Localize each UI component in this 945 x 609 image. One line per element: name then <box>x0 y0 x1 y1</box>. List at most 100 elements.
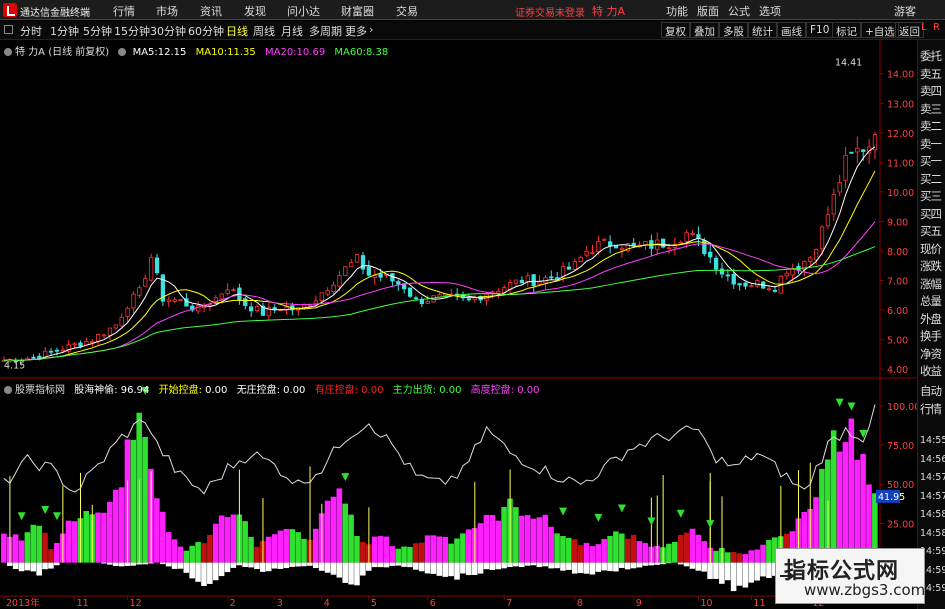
menu-layout[interactable]: 版面 <box>697 3 719 19</box>
mark-button[interactable]: 标记 <box>832 22 861 38</box>
negative-bar <box>471 562 478 576</box>
tab-monthly[interactable]: 月线 <box>281 23 303 39</box>
indicator-bar <box>159 511 166 563</box>
login-status[interactable]: 证券交易未登录 <box>515 4 585 19</box>
indicator-bar <box>154 498 160 563</box>
side-panel-item[interactable]: 外盘 <box>920 311 945 327</box>
tab-minute[interactable]: 分时 <box>20 23 42 39</box>
menu-quotes[interactable]: 行情 <box>113 3 135 19</box>
back-button[interactable]: 返回 <box>895 22 924 38</box>
menu-assistant[interactable]: 问小达 <box>287 3 320 19</box>
negative-bar <box>277 562 284 570</box>
indicator-bar <box>754 549 760 563</box>
indicator-bar <box>548 526 554 563</box>
side-panel-item[interactable]: 现价 <box>920 241 945 257</box>
menu-options[interactable]: 选项 <box>759 3 781 19</box>
add-watchlist-button[interactable]: +自选 <box>861 22 899 38</box>
panel-mark-r[interactable]: R <box>933 22 940 33</box>
side-panel-item[interactable]: 总量 <box>920 293 945 309</box>
candle-body <box>684 232 689 242</box>
guest-label[interactable]: 游客 <box>894 3 916 19</box>
side-panel-item[interactable]: 卖一 <box>920 136 945 152</box>
candle-body <box>849 151 854 154</box>
tab-more[interactable]: 更多 <box>345 23 367 39</box>
negative-bar <box>483 562 490 570</box>
menu-market[interactable]: 市场 <box>156 3 178 19</box>
tab-60min[interactable]: 60分钟 <box>188 23 224 39</box>
tab-15min[interactable]: 15分钟 <box>114 23 150 39</box>
side-panel-item[interactable]: 卖三 <box>920 101 945 117</box>
indicator-bar <box>101 512 107 563</box>
negative-bar <box>742 562 749 588</box>
candle-body <box>590 252 595 254</box>
menu-trade[interactable]: 交易 <box>396 3 418 19</box>
overlay-button[interactable]: 叠加 <box>690 22 719 38</box>
menu-formula[interactable]: 公式 <box>728 3 750 19</box>
ma-toggle-icon[interactable] <box>118 48 127 56</box>
negative-bar <box>360 562 366 576</box>
tab-multi-period[interactable]: 多周期 <box>309 23 342 39</box>
tab-5min[interactable]: 5分钟 <box>83 23 112 39</box>
negative-bar <box>566 562 572 570</box>
side-panel-item[interactable]: 委托 <box>920 48 945 64</box>
f10-button[interactable]: F10 <box>806 22 834 38</box>
side-panel-item[interactable]: 涨幅 <box>920 276 945 292</box>
indicator-bar <box>360 542 366 563</box>
x-tick-label: 6 <box>430 598 436 608</box>
side-panel-item[interactable]: 涨跌 <box>920 258 945 274</box>
multi-stock-button[interactable]: 多股 <box>719 22 748 38</box>
side-panel-item[interactable]: 换手 <box>920 328 945 344</box>
y-tick-label: 6.00 <box>887 306 908 317</box>
statistics-button[interactable]: 统计 <box>748 22 777 38</box>
side-panel-item[interactable]: 净资 <box>920 346 945 362</box>
candle-body <box>766 288 772 291</box>
side-panel-item[interactable]: 收益 <box>920 363 945 379</box>
tab-1min[interactable]: 1分钟 <box>50 23 79 39</box>
menu-news[interactable]: 资讯 <box>200 3 222 19</box>
candle-body <box>419 299 424 305</box>
tab-30min[interactable]: 30分钟 <box>150 23 186 39</box>
menu-wealth[interactable]: 财富圈 <box>341 3 374 19</box>
indicator-bar <box>742 554 749 563</box>
chart-area[interactable]: 4.00 5.00 6.00 7.00 8.00 9.00 10.00 11.00 12.00 1… <box>0 40 917 608</box>
indicator-bar <box>695 534 702 563</box>
side-panel-item[interactable]: 买一 <box>920 153 945 169</box>
draw-line-button[interactable]: 画线 <box>777 22 806 38</box>
candle-body <box>808 257 813 262</box>
candle-body <box>54 349 60 352</box>
adjust-button[interactable]: 复权 <box>661 22 690 38</box>
menu-function[interactable]: 功能 <box>666 3 688 19</box>
chevron-right-icon: › <box>369 23 374 36</box>
settings-circle-icon[interactable] <box>4 48 12 56</box>
negative-bar <box>371 562 378 568</box>
candle-body <box>484 293 489 301</box>
menu-discover[interactable]: 发现 <box>244 3 266 19</box>
side-panel-item[interactable]: 买三 <box>920 188 945 204</box>
ind-y-tick-label: 100.00 <box>887 402 917 413</box>
indicator-settings-icon[interactable] <box>4 386 12 394</box>
negative-bar <box>530 562 537 566</box>
panel-toggle-icon[interactable] <box>4 25 13 34</box>
negative-bar <box>666 562 672 564</box>
side-panel-item[interactable]: 行情 <box>920 401 945 417</box>
indicator-bar <box>848 418 855 563</box>
side-panel-item[interactable]: 卖二 <box>920 118 945 134</box>
indicator-bar <box>624 538 631 563</box>
indicator-bar <box>171 539 178 563</box>
indicator-bar <box>312 528 319 563</box>
candle-body <box>772 289 778 292</box>
panel-mark-l[interactable]: L <box>921 22 927 33</box>
side-panel-item[interactable]: 自动 <box>920 383 945 399</box>
candle-body <box>660 238 666 248</box>
side-panel-item[interactable]: 卖五 <box>920 66 945 82</box>
indicator-bar <box>460 533 466 563</box>
side-panel-item[interactable]: 买二 <box>920 171 945 187</box>
indicator-bar <box>760 544 766 563</box>
side-panel-item[interactable]: 卖四 <box>920 83 945 99</box>
candle-body <box>737 283 742 286</box>
side-panel-item[interactable]: 买五 <box>920 223 945 239</box>
tab-daily[interactable]: 日线 <box>226 23 248 39</box>
side-panel-item[interactable]: 买四 <box>920 206 945 222</box>
candle-body <box>372 275 377 278</box>
tab-weekly[interactable]: 周线 <box>253 23 275 39</box>
